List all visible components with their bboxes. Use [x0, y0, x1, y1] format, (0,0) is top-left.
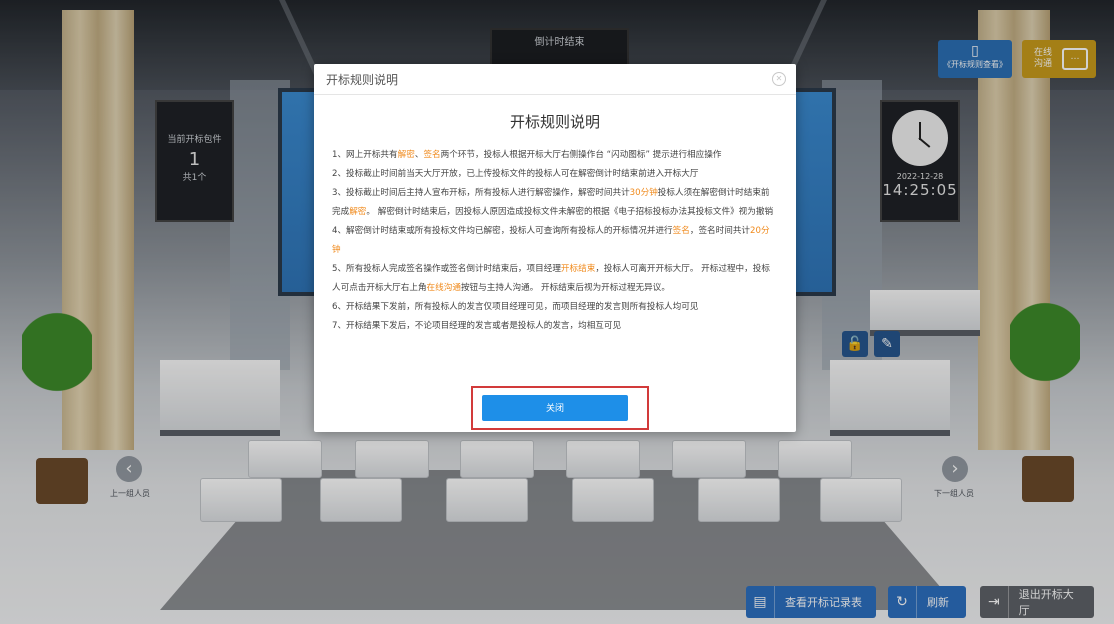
- rules-list: 1、网上开标共有解密、签名两个环节，投标人根据开标大厅右侧操作台 “闪动图标” …: [332, 146, 778, 336]
- rule-text: 3、投标截止时间后主持人宣布开标，所有投标人进行解密操作，解密时间共计: [332, 188, 630, 198]
- rule-item: 3、投标截止时间后主持人宣布开标，所有投标人进行解密操作，解密时间共计30分钟投…: [332, 184, 778, 222]
- rule-highlight: 签名: [423, 150, 441, 160]
- rule-highlight: 开标结束: [560, 264, 596, 274]
- rule-item: 4、解密倒计时结束或所有投标文件均已解密，投标人可查询所有投标人的开标情况并进行…: [332, 222, 778, 260]
- rule-item: 7、开标结果下发后，不论项目经理的发言或者是投标人的发言，均相互可见: [332, 317, 778, 336]
- rule-text: 4、解密倒计时结束或所有投标文件均已解密，投标人可查询所有投标人的开标情况并进行: [332, 226, 673, 236]
- rule-text: 。 解密倒计时结束后，因投标人原因造成投标文件未解密的根据《电子招标投标办法其投…: [366, 207, 774, 217]
- rule-text: 2、投标截止时间前当天大厅开放，已上传投标文件的投标人可在解密倒计时结束前进入开…: [332, 169, 699, 179]
- rule-item: 6、开标结果下发前，所有投标人的发言仅项目经理可见，而项目经理的发言则所有投标人…: [332, 298, 778, 317]
- rule-highlight: 在线沟通: [426, 283, 461, 293]
- rule-highlight: 签名: [672, 226, 690, 236]
- rule-item: 1、网上开标共有解密、签名两个环节，投标人根据开标大厅右侧操作台 “闪动图标” …: [332, 146, 778, 165]
- rule-text: 1、网上开标共有: [332, 150, 398, 160]
- rule-text: ，签名时间共计: [689, 226, 751, 236]
- rule-highlight: 解密: [397, 150, 415, 160]
- modal-header-title: 开标规则说明: [326, 72, 399, 87]
- rule-highlight: 30分钟: [629, 188, 658, 198]
- rule-text: 两个环节，投标人根据开标大厅右侧操作台 “闪动图标” 提示进行相应操作: [440, 150, 722, 160]
- rule-text: 按钮与主持人沟通。 开标结束后视为开标过程无异议。: [460, 283, 670, 293]
- close-button[interactable]: 关闭: [482, 395, 628, 421]
- rule-highlight: 解密: [349, 207, 367, 217]
- rule-item: 5、所有投标人完成签名操作或签名倒计时结束后，项目经理开标结束，投标人可离开开标…: [332, 260, 778, 298]
- rule-text: 7、开标结果下发后，不论项目经理的发言或者是投标人的发言，均相互可见: [332, 321, 622, 331]
- rule-text: 5、所有投标人完成签名操作或签名倒计时结束后，项目经理: [332, 264, 561, 274]
- modal-title: 开标规则说明: [509, 113, 600, 131]
- rule-item: 2、投标截止时间前当天大厅开放，已上传投标文件的投标人可在解密倒计时结束前进入开…: [332, 165, 778, 184]
- modal-header: 开标规则说明 ✕: [314, 64, 796, 95]
- rule-text: 6、开标结果下发前，所有投标人的发言仅项目经理可见，而项目经理的发言则所有投标人…: [332, 302, 699, 312]
- close-circle-icon[interactable]: ✕: [772, 72, 786, 86]
- rules-modal: 开标规则说明 ✕ 开标规则说明 1、网上开标共有解密、签名两个环节，投标人根据开…: [314, 64, 796, 432]
